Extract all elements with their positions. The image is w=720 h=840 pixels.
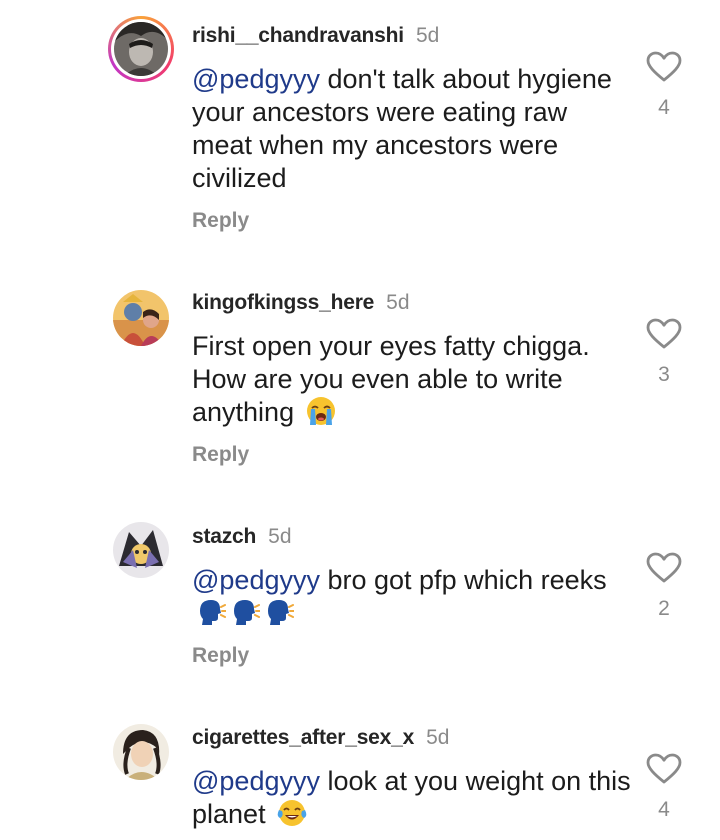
- comment-timestamp: 5d: [415, 24, 440, 47]
- avatar[interactable]: [113, 290, 169, 346]
- like-button[interactable]: [646, 318, 682, 350]
- like-count: 3: [658, 363, 670, 386]
- comment-body: bro got pfp which reeks: [319, 565, 607, 595]
- reply-button[interactable]: Reply: [192, 443, 249, 467]
- comment-username[interactable]: cigarettes_after_sex_x: [192, 726, 414, 749]
- comment-text: First open your eyes fatty chigga. How a…: [192, 330, 632, 429]
- comment-username[interactable]: kingofkingss_here: [192, 291, 374, 314]
- speaking-head-icon: [264, 597, 294, 627]
- avatar-image: [113, 522, 169, 578]
- like-button[interactable]: [646, 51, 682, 83]
- comment-username[interactable]: rishi__chandravanshi: [192, 24, 404, 47]
- face-with-tears-of-joy-icon: [277, 798, 307, 828]
- like-count: 4: [658, 798, 670, 821]
- comment-meta: rishi__chandravanshi 5d: [192, 23, 439, 49]
- avatar[interactable]: [113, 522, 169, 578]
- comment-text: @pedgyyy don't talk about hygiene your a…: [192, 63, 632, 195]
- avatar-image: [114, 22, 168, 76]
- comment-meta: kingofkingss_here 5d: [192, 290, 410, 316]
- like-count: 2: [658, 597, 670, 620]
- comment-timestamp: 5d: [386, 291, 410, 314]
- comment-timestamp: 5d: [268, 525, 292, 548]
- avatar-image: [113, 290, 169, 346]
- avatar[interactable]: [113, 724, 169, 780]
- heart-icon: [646, 753, 682, 784]
- mention-link[interactable]: @pedgyyy: [192, 766, 320, 796]
- avatar-image: [113, 724, 169, 780]
- reply-button[interactable]: Reply: [192, 644, 249, 668]
- heart-icon: [646, 51, 682, 82]
- reply-button[interactable]: Reply: [192, 209, 249, 233]
- heart-icon: [646, 552, 682, 583]
- comment-text: @pedgyyy look at you weight on this plan…: [192, 765, 632, 831]
- like-count: 4: [658, 96, 670, 119]
- like-button[interactable]: [646, 753, 682, 785]
- comment-timestamp: 5d: [426, 726, 450, 749]
- loudly-crying-face-icon: [306, 396, 336, 426]
- speaking-head-icon: [196, 597, 226, 627]
- avatar[interactable]: [108, 16, 174, 82]
- comment-meta: stazch 5d: [192, 524, 292, 550]
- mention-link[interactable]: @pedgyyy: [192, 64, 320, 94]
- speaking-head-icon: [230, 597, 260, 627]
- comment-text: @pedgyyy bro got pfp which reeks: [192, 564, 632, 630]
- story-ring: [111, 19, 171, 79]
- like-button[interactable]: [646, 552, 682, 584]
- comment-meta: cigarettes_after_sex_x 5d: [192, 725, 449, 751]
- comment-username[interactable]: stazch: [192, 525, 256, 548]
- comment-body: First open your eyes fatty chigga. How a…: [192, 331, 590, 427]
- mention-link[interactable]: @pedgyyy: [192, 565, 320, 595]
- heart-icon: [646, 318, 682, 349]
